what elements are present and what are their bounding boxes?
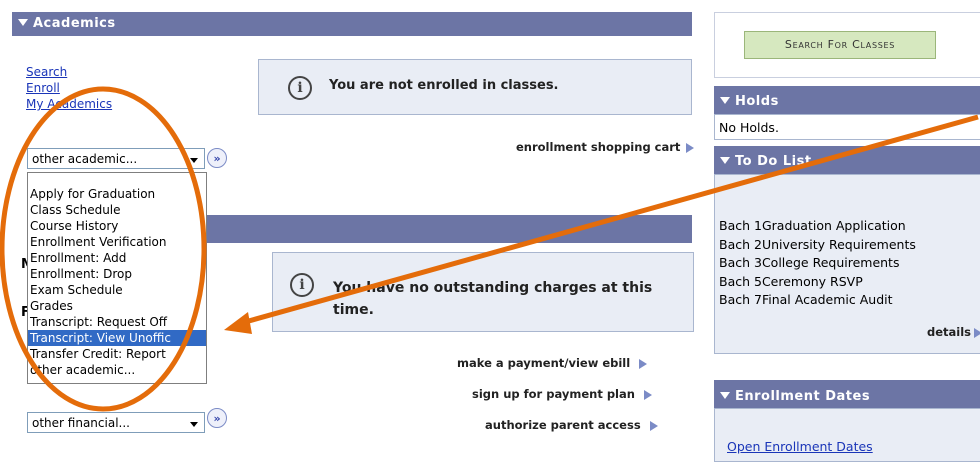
annotation-arrow-line xyxy=(237,114,979,327)
annotation-arrowhead xyxy=(224,312,252,334)
annotation-circle xyxy=(0,86,207,412)
annotation-overlay xyxy=(0,86,979,412)
